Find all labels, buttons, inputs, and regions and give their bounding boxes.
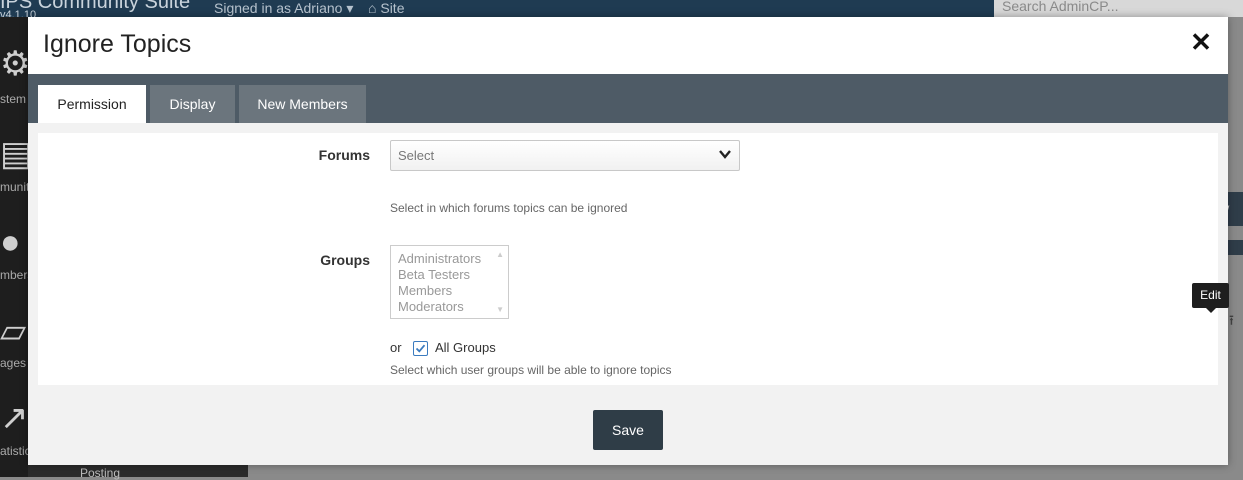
chart-icon: ↗ <box>0 399 29 437</box>
site-link[interactable]: ⌂ Site <box>368 0 404 16</box>
groups-label: Groups <box>320 252 370 268</box>
upload-icon[interactable]: ⭱ <box>1229 310 1234 334</box>
side-panel-strip <box>1228 240 1243 255</box>
groups-multiselect[interactable]: Administrators Beta Testers Members Mode… <box>390 245 509 319</box>
sidebar-item-pages[interactable]: ages <box>0 356 26 370</box>
side-view-button[interactable]: ew <box>1214 192 1243 226</box>
tab-bar: Permission Display New Members <box>28 74 1228 123</box>
edit-tooltip: Edit <box>1192 283 1229 313</box>
modal-header: Ignore Topics ✕ <box>28 17 1228 74</box>
scroll-up-icon[interactable]: ▲ <box>496 250 504 259</box>
tab-new-members[interactable]: New Members <box>239 85 366 123</box>
forums-description: Select in which forums topics can be ign… <box>390 201 628 215</box>
group-option[interactable]: Moderators <box>398 299 464 314</box>
subnav-item-posting[interactable]: Posting <box>80 466 120 480</box>
admin-search-input[interactable]: Search AdminCP... <box>994 0 1243 17</box>
sidebar-item-system[interactable]: stem <box>0 92 26 106</box>
sidebar-item-community[interactable]: munit <box>0 180 29 194</box>
group-option[interactable]: Administrators <box>398 251 481 266</box>
save-button[interactable]: Save <box>593 410 663 450</box>
sidebar-item-statistics[interactable]: atistic <box>0 444 31 458</box>
groups-description: Select which user groups will be able to… <box>390 363 672 377</box>
or-text: or <box>390 340 402 355</box>
all-groups-checkbox[interactable] <box>413 341 428 356</box>
signed-in-menu[interactable]: Signed in as Adriano ▾ <box>214 0 353 17</box>
sidebar-subnav <box>28 465 248 477</box>
gears-icon: ⚙ <box>0 45 31 83</box>
modal-title: Ignore Topics <box>43 30 192 58</box>
ignore-topics-modal: Ignore Topics ✕ Permission Display New M… <box>28 17 1228 465</box>
chevron-down-icon <box>719 150 731 159</box>
tab-display[interactable]: Display <box>150 85 235 123</box>
user-icon: ● <box>0 223 21 261</box>
forums-select[interactable]: Select <box>390 140 740 171</box>
tab-permission[interactable]: Permission <box>38 85 146 123</box>
site-link-label: Site <box>380 0 405 16</box>
group-option[interactable]: Members <box>398 283 452 298</box>
forums-label: Forums <box>318 147 370 163</box>
check-icon <box>415 344 426 353</box>
all-groups-label[interactable]: All Groups <box>435 340 496 355</box>
forums-select-value: Select <box>398 148 435 163</box>
signed-in-label: Signed in as Adriano <box>214 0 343 16</box>
scroll-down-icon[interactable]: ▼ <box>496 305 504 314</box>
group-option[interactable]: Beta Testers <box>398 267 470 282</box>
close-icon[interactable]: ✕ <box>1186 27 1216 57</box>
caret-down-icon: ▾ <box>346 0 354 16</box>
form-content: Forums Select Select in which forums top… <box>38 133 1218 385</box>
pages-icon: ▱ <box>0 312 27 350</box>
home-icon: ⌂ <box>368 0 377 16</box>
